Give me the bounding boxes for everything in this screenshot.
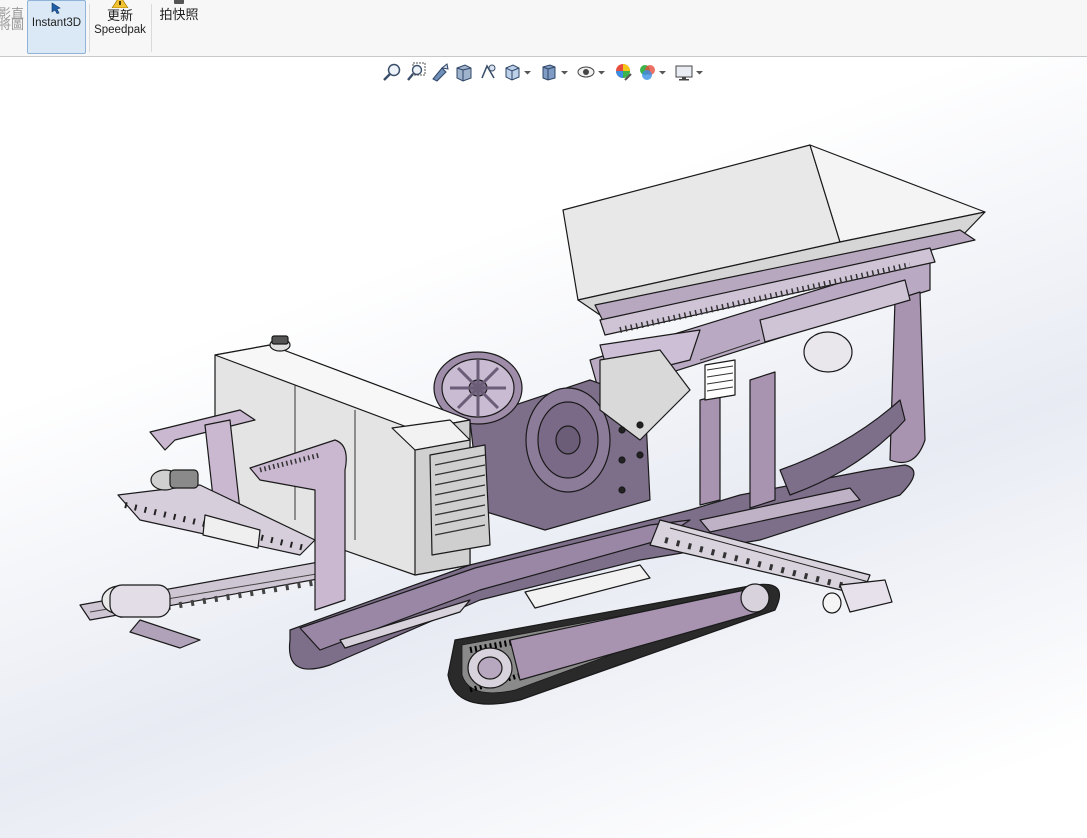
instant3d-button[interactable]: Instant3D	[27, 0, 86, 54]
display-style-icon	[542, 64, 556, 81]
view-settings-dropdown[interactable]	[674, 62, 707, 82]
speedpak-label-line1: 更新	[106, 8, 133, 23]
previous-view-button[interactable]	[430, 62, 450, 82]
zoom-to-area-button[interactable]	[406, 62, 426, 82]
ribbon-separator	[89, 4, 90, 52]
dynamic-annotation-button[interactable]	[478, 62, 498, 82]
section-view-button[interactable]	[454, 62, 474, 82]
heads-up-view-toolbar	[382, 60, 707, 84]
cutoff-button-label: 影直 將圖	[0, 6, 25, 32]
section-view-icon	[456, 64, 472, 82]
chevron-down-icon	[696, 71, 703, 75]
chevron-down-icon	[659, 71, 666, 75]
edit-appearance-button[interactable]	[613, 62, 633, 82]
apply-scene-icon	[640, 65, 655, 80]
cutoff-ribbon-button[interactable]: 影直 將圖	[0, 0, 25, 54]
chevron-down-icon	[598, 71, 605, 75]
zoom-to-area-icon	[407, 62, 426, 81]
view-orientation-icon	[505, 64, 520, 81]
command-manager-ribbon: 影直 將圖 Instant3D 更新 Speedpak 拍快照	[0, 0, 1087, 57]
apply-scene-dropdown[interactable]	[637, 62, 670, 82]
graphics-area[interactable]	[0, 57, 1087, 838]
display-style-dropdown[interactable]	[539, 62, 572, 82]
ribbon-separator	[151, 4, 152, 52]
chevron-down-icon	[524, 71, 531, 75]
dynamic-annotation-icon	[481, 64, 496, 79]
previous-view-icon	[432, 63, 449, 82]
crusher-model-render[interactable]	[0, 57, 1087, 838]
speedpak-label-line2: Speedpak	[94, 24, 146, 36]
hide-show-items-dropdown[interactable]	[576, 62, 609, 82]
update-speedpak-button[interactable]: 更新 Speedpak	[92, 0, 148, 54]
take-snapshot-button[interactable]: 拍快照	[154, 0, 204, 54]
crawler-track[interactable]	[447, 583, 780, 705]
instant3d-label: Instant3D	[31, 17, 82, 29]
zoom-to-fit-icon	[383, 63, 401, 81]
view-orientation-dropdown[interactable]	[502, 62, 535, 82]
edit-appearance-icon	[616, 64, 632, 81]
warning-icon	[111, 0, 129, 8]
instant3d-icon	[51, 2, 61, 14]
view-settings-icon	[675, 65, 693, 81]
hide-show-items-icon	[577, 66, 595, 78]
snapshot-label: 拍快照	[159, 7, 199, 22]
zoom-to-fit-button[interactable]	[382, 62, 402, 82]
camera-icon	[174, 0, 184, 4]
chevron-down-icon	[561, 71, 568, 75]
